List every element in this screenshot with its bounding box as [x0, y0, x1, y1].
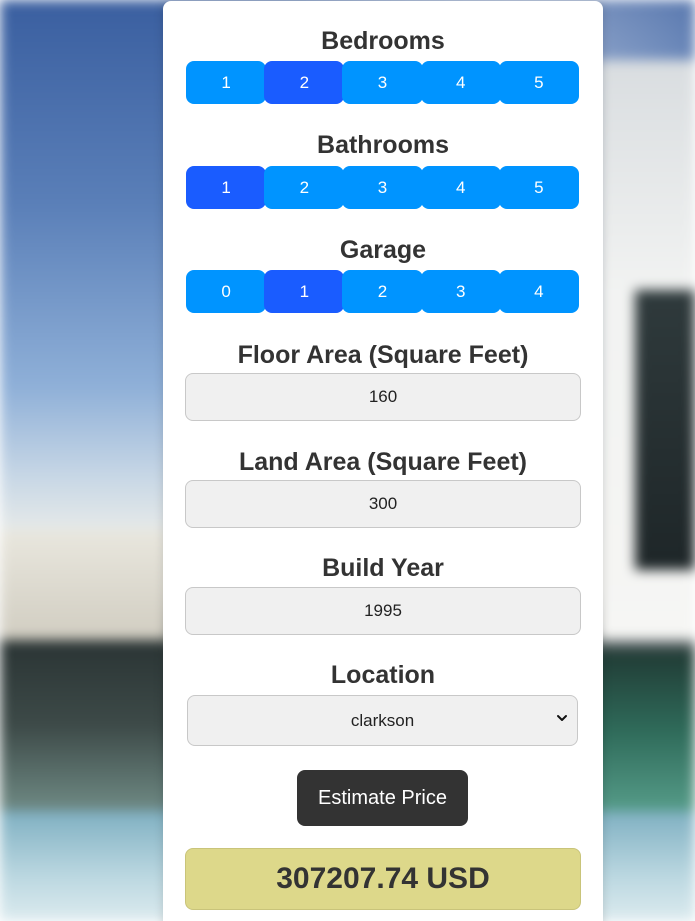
floor-area-input[interactable] [185, 373, 581, 421]
bedrooms-selector: 12345 [186, 61, 580, 104]
bedrooms-option-5[interactable]: 5 [498, 61, 580, 104]
garage-option-0[interactable]: 0 [186, 270, 267, 313]
bathrooms-option-1[interactable]: 1 [186, 166, 267, 209]
chevron-down-icon [557, 715, 567, 721]
estimated-price-result: 307207.74 USD [185, 848, 581, 910]
bedrooms-option-4[interactable]: 4 [420, 61, 501, 104]
bathrooms-selector: 12345 [186, 166, 580, 209]
location-select[interactable]: clarkson [187, 695, 578, 746]
location-heading: Location [330, 661, 436, 689]
garage-option-2[interactable]: 2 [342, 270, 423, 313]
estimated-price-text: 307207.74 USD [276, 862, 490, 895]
estimator-form-card: Bedrooms 12345 Bathrooms 12345 Garage 01… [163, 1, 603, 921]
build-year-heading: Build Year [322, 554, 444, 582]
estimate-price-button[interactable]: Estimate Price [297, 770, 468, 826]
garage-option-3[interactable]: 3 [420, 270, 501, 313]
bedrooms-option-1[interactable]: 1 [186, 61, 267, 104]
location-selected-value: clarkson [350, 710, 415, 730]
bedrooms-option-2[interactable]: 2 [264, 61, 345, 104]
bathrooms-option-3[interactable]: 3 [342, 166, 423, 209]
bedrooms-option-3[interactable]: 3 [342, 61, 423, 104]
land-area-heading: Land Area (Square Feet) [238, 448, 528, 476]
garage-selector: 01234 [186, 270, 580, 313]
bathrooms-option-4[interactable]: 4 [420, 166, 501, 209]
bathrooms-option-2[interactable]: 2 [264, 166, 345, 209]
bathrooms-heading: Bathrooms [317, 131, 449, 159]
garage-heading: Garage [339, 236, 427, 264]
garage-option-4[interactable]: 4 [498, 270, 580, 313]
land-area-input[interactable] [185, 480, 581, 528]
build-year-input[interactable] [185, 587, 581, 635]
bedrooms-heading: Bedrooms [321, 27, 445, 55]
bathrooms-option-5[interactable]: 5 [498, 166, 580, 209]
garage-option-1[interactable]: 1 [264, 270, 345, 313]
floor-area-heading: Floor Area (Square Feet) [237, 341, 529, 369]
